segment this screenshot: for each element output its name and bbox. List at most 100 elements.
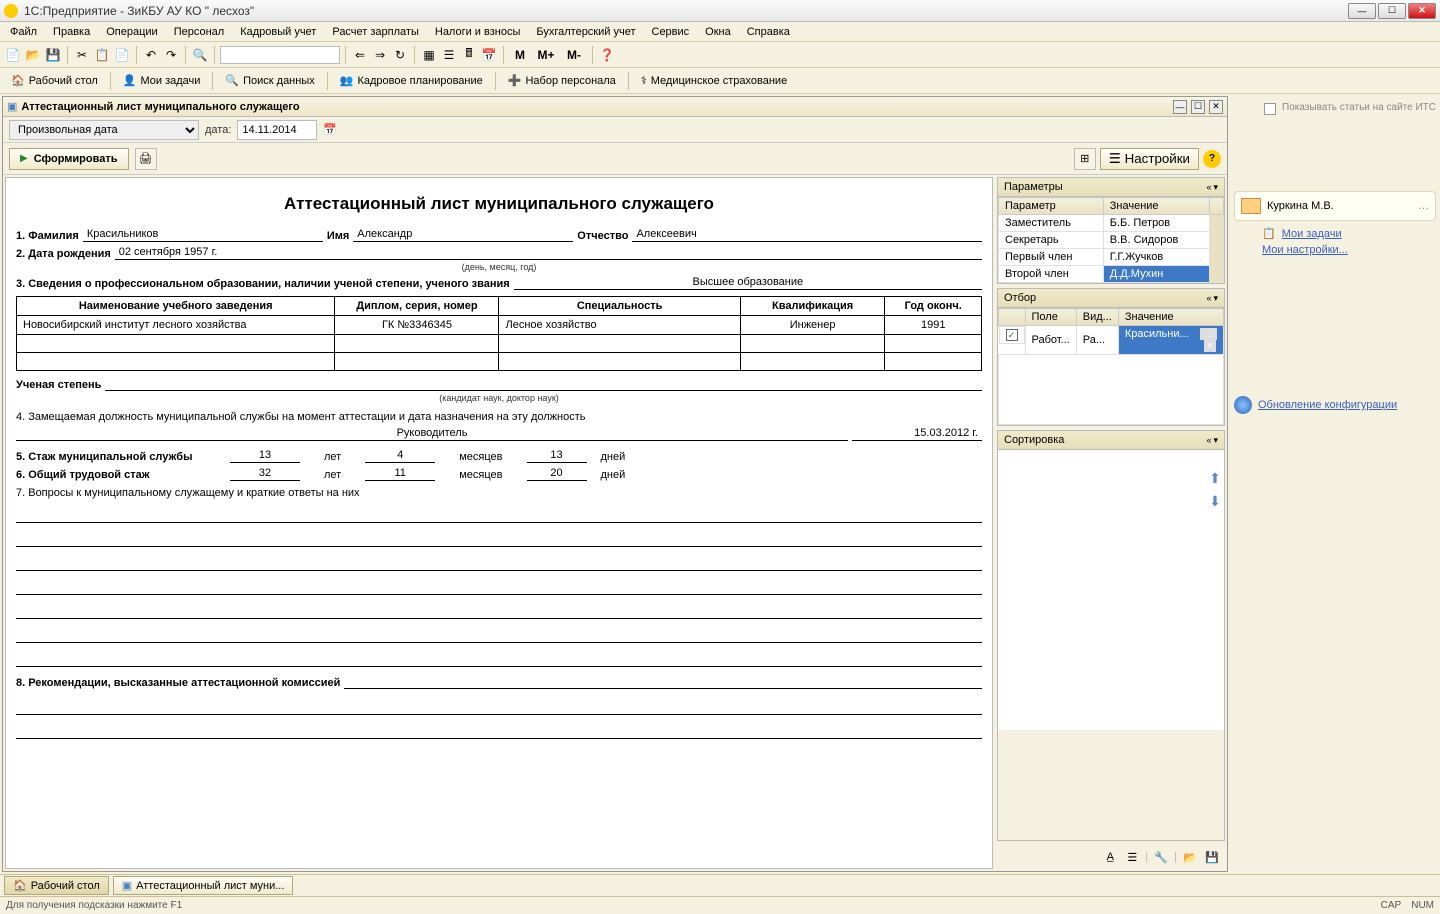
menu-help[interactable]: Справка xyxy=(739,24,798,40)
tab-desktop[interactable]: 🏠Рабочий стол xyxy=(4,876,109,895)
edu-th-year: Год оконч. xyxy=(885,297,982,316)
menu-accounting[interactable]: Бухгалтерский учет xyxy=(528,24,643,40)
paste-icon[interactable]: 📄 xyxy=(113,46,131,64)
menu-service[interactable]: Сервис xyxy=(644,24,698,40)
open-icon[interactable]: 📂 xyxy=(24,46,42,64)
nav-search-data[interactable]: 🔍Поиск данных xyxy=(218,71,321,90)
refresh-icon[interactable]: ↻ xyxy=(391,46,409,64)
panel-collapse-icon[interactable]: « xyxy=(1206,293,1211,304)
sort-down-icon[interactable]: ⬇ xyxy=(1209,493,1221,510)
menu-hr-records[interactable]: Кадровый учет xyxy=(232,24,324,40)
menu-file[interactable]: Файл xyxy=(2,24,45,40)
print-icon[interactable]: 🖨 xyxy=(135,148,157,170)
filter-row[interactable]: ✓ Работ... Ра... Красильни... …× xyxy=(999,326,1224,355)
link-update-config[interactable]: Обновление конфигурации xyxy=(1258,399,1397,411)
report-content[interactable]: Аттестационный лист муниципального служа… xyxy=(5,177,993,869)
nav-back-icon[interactable]: ⇐ xyxy=(351,46,369,64)
open-folder-icon[interactable]: 📂 xyxy=(1181,848,1199,866)
generate-button[interactable]: ▶ Сформировать xyxy=(9,148,129,170)
copy-icon[interactable]: 📋 xyxy=(93,46,111,64)
wrench-icon[interactable]: 🔧 xyxy=(1152,848,1170,866)
question-line xyxy=(16,573,982,595)
redo-icon[interactable]: ↷ xyxy=(162,46,180,64)
nav-desktop[interactable]: 🏠Рабочий стол xyxy=(4,71,105,90)
date-mode-select[interactable]: Произвольная дата xyxy=(9,120,199,140)
m-minus-button[interactable]: M- xyxy=(561,46,587,64)
date-picker-icon[interactable]: 📅 xyxy=(323,123,337,136)
font-settings-icon[interactable]: A̲ xyxy=(1101,848,1119,866)
calc-icon[interactable]: 🖩 xyxy=(460,46,478,64)
nav-recruitment[interactable]: ➕Набор персонала xyxy=(501,71,623,90)
panel-collapse-icon[interactable]: « xyxy=(1206,182,1211,193)
toolbar-secondary: 🏠Рабочий стол 👤Мои задачи 🔍Поиск данных … xyxy=(0,68,1440,94)
param-row[interactable]: ЗаместительБ.Б. Петров xyxy=(999,215,1224,232)
panel-menu-icon[interactable]: ▾ xyxy=(1213,435,1218,446)
help-icon[interactable]: ❓ xyxy=(598,46,616,64)
save-icon[interactable]: 💾 xyxy=(44,46,62,64)
panel-menu-icon[interactable]: ▾ xyxy=(1213,293,1218,304)
list-settings-icon[interactable]: ☰ xyxy=(1123,848,1141,866)
panel-menu-icon[interactable]: ▾ xyxy=(1213,182,1218,193)
menu-taxes[interactable]: Налоги и взносы xyxy=(427,24,529,40)
menu-operations[interactable]: Операции xyxy=(98,24,165,40)
date-input[interactable] xyxy=(237,120,317,140)
save-disk-icon[interactable]: 💾 xyxy=(1203,848,1221,866)
menu-edit[interactable]: Правка xyxy=(45,24,98,40)
user-card[interactable]: Куркина М.В. … xyxy=(1234,191,1436,221)
status-num: NUM xyxy=(1411,900,1434,911)
doc-maximize-button[interactable]: ☐ xyxy=(1191,100,1205,114)
nav-staff-planning[interactable]: 👥Кадровое планирование xyxy=(333,71,490,90)
parameters-panel: Параметры «▾ ПараметрЗначение Заместител… xyxy=(997,177,1225,284)
find-icon[interactable]: 🔍 xyxy=(191,46,209,64)
structure-icon[interactable]: ▦ xyxy=(420,46,438,64)
patronymic-value: Алексеевич xyxy=(632,228,982,242)
param-row-selected[interactable]: Второй членД.Д.Мухин xyxy=(999,266,1224,283)
link-my-tasks[interactable]: Мои задачи xyxy=(1282,228,1342,240)
questions-label: 7. Вопросы к муниципальному служащему и … xyxy=(16,487,360,499)
window-close-button[interactable]: ✕ xyxy=(1408,3,1436,19)
new-doc-icon[interactable]: 📄 xyxy=(4,46,22,64)
filter-checkbox[interactable]: ✓ xyxy=(1006,329,1018,341)
ms-years: 13 xyxy=(230,449,300,463)
m-button[interactable]: M xyxy=(509,46,531,64)
recommendations-label: 8. Рекомендации, высказанные аттестацион… xyxy=(16,677,340,689)
tab-document[interactable]: ▣Аттестационный лист муни... xyxy=(113,876,294,895)
sort-up-icon[interactable]: ⬆ xyxy=(1209,470,1221,487)
user-menu-icon[interactable]: … xyxy=(1418,200,1429,212)
window-maximize-button[interactable]: ☐ xyxy=(1378,3,1406,19)
doc-close-button[interactable]: ✕ xyxy=(1209,100,1223,114)
filter-more-icon[interactable]: … xyxy=(1200,328,1217,340)
window-minimize-button[interactable]: — xyxy=(1348,3,1376,19)
show-articles-checkbox[interactable] xyxy=(1264,103,1276,115)
nav-med-insurance[interactable]: ⚕Медицинское страхование xyxy=(634,71,794,90)
settings-button[interactable]: ☰ Настройки xyxy=(1100,148,1199,170)
nav-my-tasks[interactable]: 👤Мои задачи xyxy=(116,71,208,90)
menu-salary[interactable]: Расчет зарплаты xyxy=(324,24,427,40)
m-plus-button[interactable]: M+ xyxy=(533,46,559,64)
position-label: 4. Замещаемая должность муниципальной сл… xyxy=(16,411,586,423)
calendar-icon[interactable]: 📅 xyxy=(480,46,498,64)
help-button[interactable]: ? xyxy=(1203,150,1221,168)
layout-icon[interactable]: ⊞ xyxy=(1074,148,1096,170)
param-row[interactable]: СекретарьВ.В. Сидоров xyxy=(999,232,1224,249)
menu-personnel[interactable]: Персонал xyxy=(166,24,233,40)
quick-search-input[interactable] xyxy=(220,46,340,64)
undo-icon[interactable]: ↶ xyxy=(142,46,160,64)
recruitment-icon: ➕ xyxy=(508,74,522,87)
panel-collapse-icon[interactable]: « xyxy=(1206,435,1211,446)
list-icon[interactable]: ☰ xyxy=(440,46,458,64)
recommendation-line xyxy=(16,717,982,739)
menu-windows[interactable]: Окна xyxy=(697,24,739,40)
filter-clear-icon[interactable]: × xyxy=(1204,340,1216,352)
link-my-settings[interactable]: Мои настройки... xyxy=(1262,244,1436,256)
birthdate-value: 02 сентября 1957 г. xyxy=(115,246,982,260)
nav-fwd-icon[interactable]: ⇒ xyxy=(371,46,389,64)
doc-minimize-button[interactable]: — xyxy=(1173,100,1187,114)
play-icon: ▶ xyxy=(20,153,28,164)
param-row[interactable]: Первый членГ.Г.Жучков xyxy=(999,249,1224,266)
municipal-service-label: 5. Стаж муниципальной службы xyxy=(16,451,226,463)
question-line xyxy=(16,645,982,667)
filter-header: Отбор xyxy=(1004,292,1036,304)
edu-row-empty xyxy=(17,335,982,353)
cut-icon[interactable]: ✂ xyxy=(73,46,91,64)
